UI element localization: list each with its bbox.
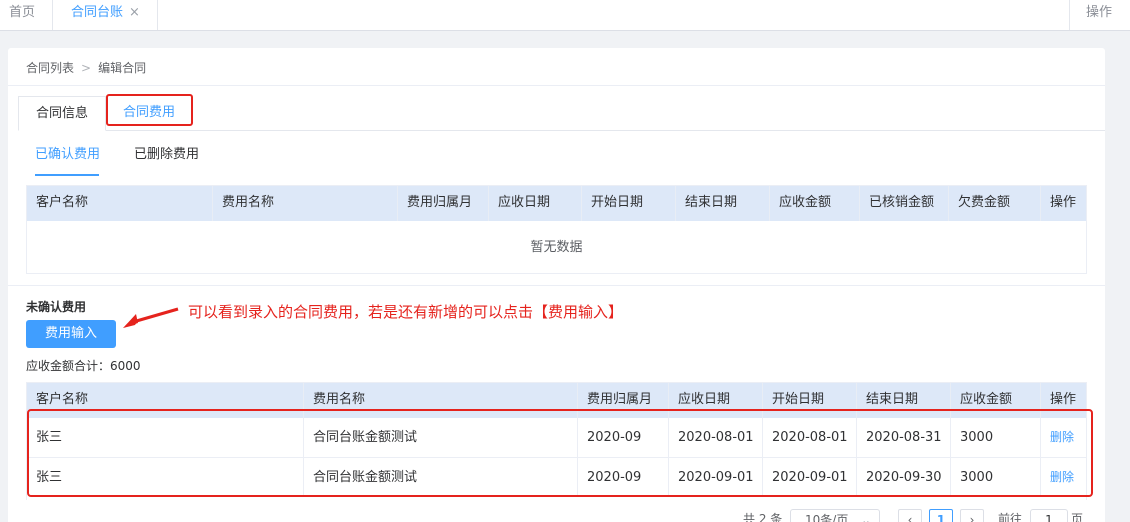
subtab-deleted-fees[interactable]: 已删除费用 [134,144,199,178]
divider [8,285,1105,286]
table-header: 客户名称 费用名称 费用归属月 应收日期 开始日期 结束日期 应收金额 已核销金… [27,186,1086,221]
page-unit-label: 页 [1071,512,1084,522]
chevron-down-icon: ⌄ [860,513,871,522]
tab-contract-ledger-label: 合同台账 [71,5,124,20]
column-header: 欠费金额 [949,186,1041,221]
subtab-confirmed-fees[interactable]: 已确认费用 [35,144,100,178]
empty-state: 暂无数据 [27,221,1086,274]
column-header: 应收日期 [489,186,582,221]
page-scrollbar[interactable] [1120,31,1130,522]
column-header: 客户名称 [27,186,213,221]
highlight-box-fee-tab [106,94,193,126]
tab-contract-info[interactable]: 合同信息 [18,96,106,131]
breadcrumb: 合同列表 > 编辑合同 [26,59,146,76]
page-size-value: 10条/页 [805,513,849,522]
tab-home[interactable]: 首页 [0,0,53,30]
operations-button[interactable]: 操作 [1069,0,1130,30]
chevron-right-icon: > [81,61,92,75]
main-card: 合同列表 > 编辑合同 合同信息 合同费用 已确认费用 已删除费用 客户名称 费用名… [8,48,1105,522]
column-header: 结束日期 [676,186,770,221]
goto-label: 前往 [998,512,1023,522]
top-tab-bar: 首页 合同台账 × 操作 [0,0,1130,31]
column-header: 费用名称 [213,186,398,221]
unconfirmed-fees-title: 未确认费用 [26,300,87,314]
page-size-select[interactable]: 10条/页 ⌄ [790,509,880,522]
arrow-annotation-icon [123,307,179,328]
receivable-total: 应收金额合计：6000 [26,359,141,373]
column-header: 应收金额 [770,186,860,221]
highlight-box-fee-rows [27,409,1093,497]
subtab-active-indicator [35,174,99,176]
confirmed-fees-table: 客户名称 费用名称 费用归属月 应收日期 开始日期 结束日期 应收金额 已核销金… [26,185,1087,274]
page-number-current[interactable]: 1 [929,509,953,522]
column-header: 已核销金额 [860,186,949,221]
column-header: 开始日期 [582,186,676,221]
column-header: 费用归属月 [398,186,489,221]
tab-contract-ledger[interactable]: 合同台账 × [53,0,158,30]
prev-icon[interactable]: ‹ [898,509,922,522]
pagination-total: 共 2 条 [743,512,783,522]
fee-subtabs: 已确认费用 已删除费用 [26,144,1087,178]
breadcrumb-contract-list[interactable]: 合同列表 [26,61,74,75]
annotation-text: 可以看到录入的合同费用，若是还有新增的可以点击【费用输入】 [188,303,624,321]
next-icon[interactable]: › [960,509,984,522]
goto-page-input[interactable]: 1 [1030,509,1068,522]
breadcrumb-edit-contract: 编辑合同 [98,61,147,75]
fee-input-button[interactable]: 费用输入 [26,320,116,348]
divider [8,85,1105,86]
close-icon[interactable]: × [129,0,140,26]
column-header: 操作 [1050,195,1077,210]
